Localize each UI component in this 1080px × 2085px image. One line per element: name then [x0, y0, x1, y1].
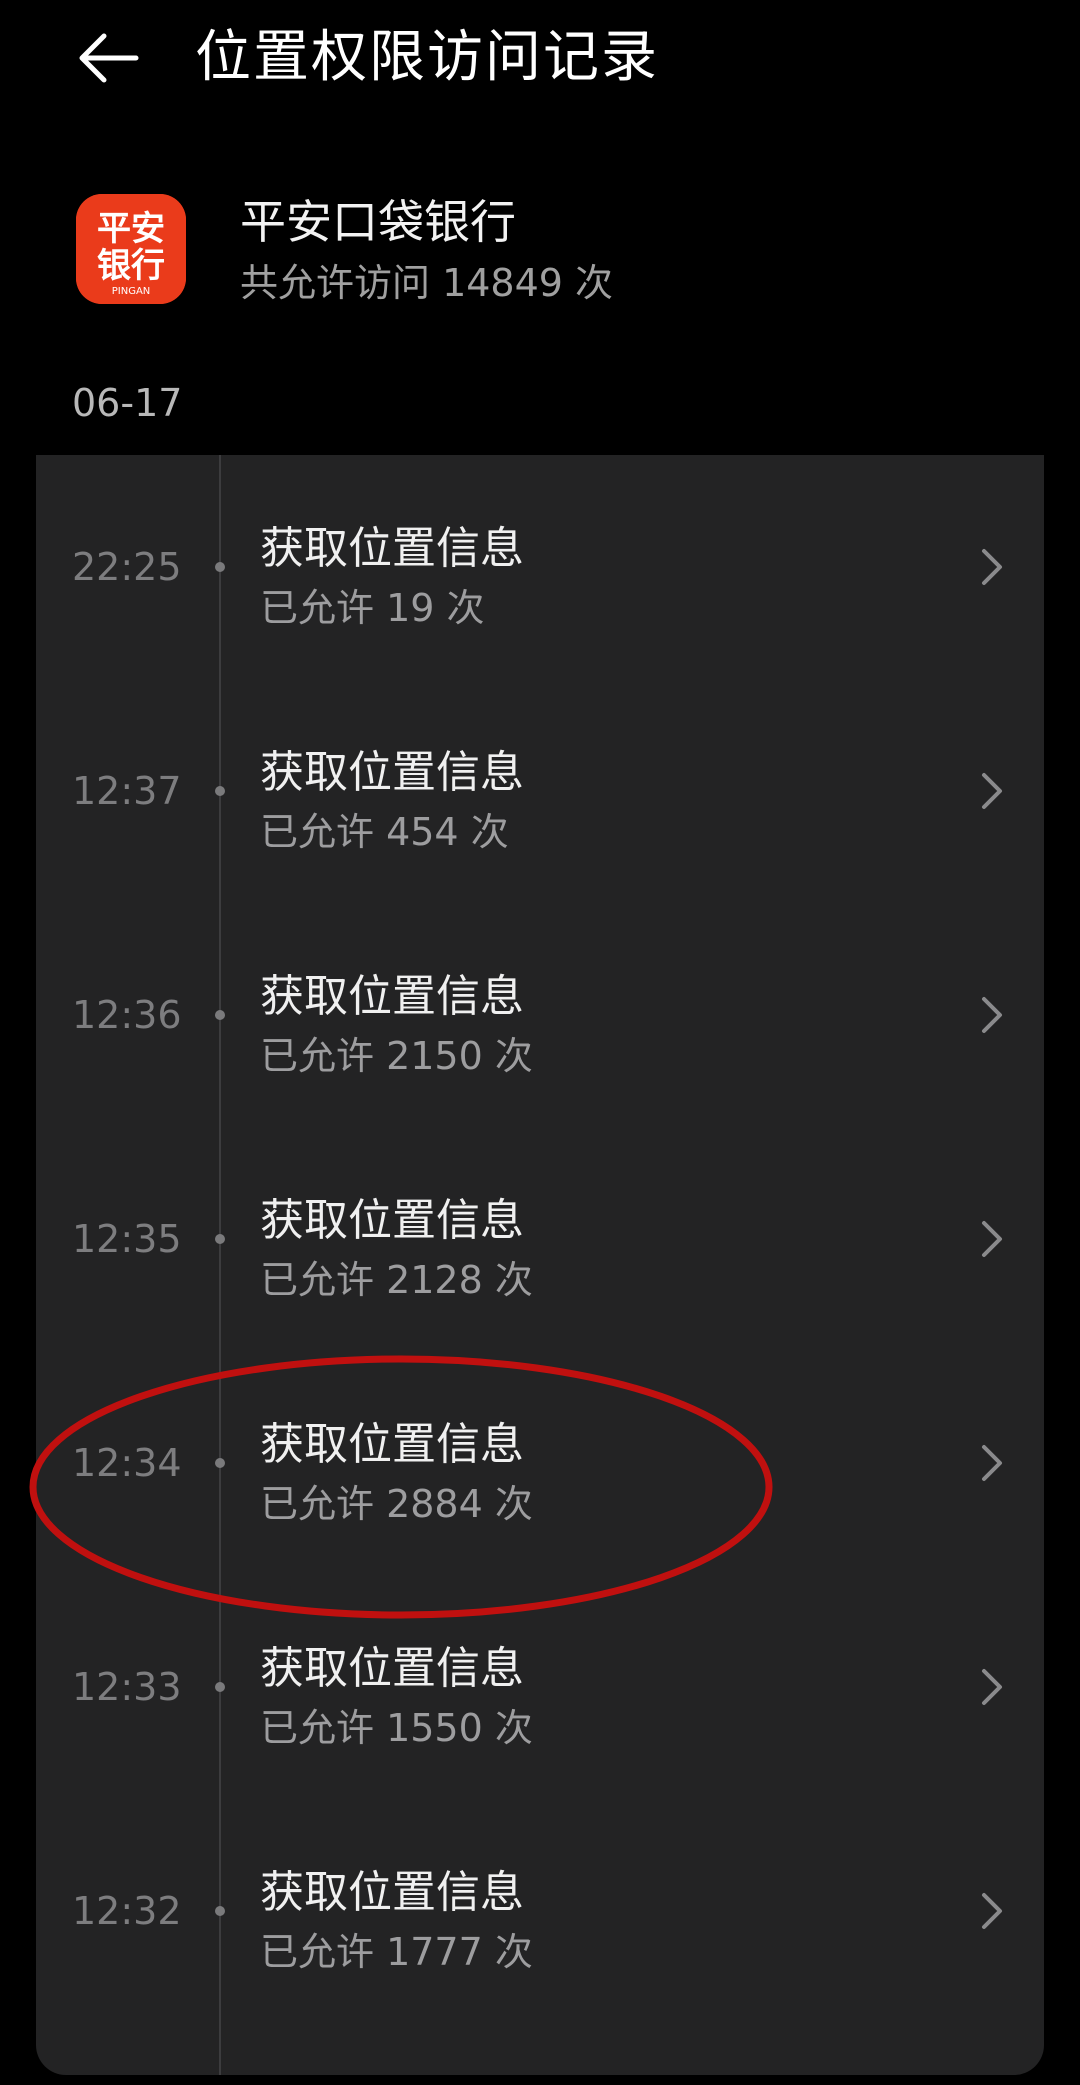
svg-text:银行: 银行 — [97, 246, 165, 286]
record-title: 获取位置信息 — [260, 1867, 524, 1918]
back-button[interactable] — [70, 18, 150, 98]
chevron-right-icon — [968, 767, 1016, 815]
timeline-dot — [215, 1234, 225, 1244]
chevron-right-icon — [968, 1663, 1016, 1711]
timeline-dot — [215, 562, 225, 572]
app-bar: 位置权限访问记录 — [0, 0, 1080, 120]
record-count: 已允许 454 次 — [260, 810, 509, 854]
record-count: 已允许 2884 次 — [260, 1482, 533, 1526]
access-record-row[interactable]: 12:32 获取位置信息 已允许 1777 次 — [36, 1799, 1044, 2023]
record-count: 已允许 19 次 — [260, 586, 485, 630]
page-title: 位置权限访问记录 — [195, 25, 659, 90]
timeline-dot — [215, 1458, 225, 1468]
record-time: 12:35 — [72, 1217, 182, 1261]
record-time: 12:32 — [72, 1889, 182, 1933]
record-count: 已允许 2150 次 — [260, 1034, 533, 1078]
access-record-list: 22:25 获取位置信息 已允许 19 次 12:37 获取位置信息 已允许 4… — [36, 455, 1044, 2075]
record-count: 已允许 2128 次 — [260, 1258, 533, 1302]
record-title: 获取位置信息 — [260, 747, 524, 798]
record-count: 已允许 1550 次 — [260, 1706, 533, 1750]
chevron-right-icon — [968, 1439, 1016, 1487]
record-count: 已允许 1777 次 — [260, 1930, 533, 1974]
access-record-row[interactable]: 22:25 获取位置信息 已允许 19 次 — [36, 455, 1044, 679]
timeline-dot — [215, 1682, 225, 1692]
access-record-row[interactable]: 12:36 获取位置信息 已允许 2150 次 — [36, 903, 1044, 1127]
record-title: 获取位置信息 — [260, 523, 524, 574]
record-time: 12:36 — [72, 993, 182, 1037]
timeline-dot — [215, 1906, 225, 1916]
record-time: 12:37 — [72, 769, 182, 813]
timeline-dot — [215, 1010, 225, 1020]
access-record-row[interactable]: 12:37 获取位置信息 已允许 454 次 — [36, 679, 1044, 903]
timeline-dot — [215, 786, 225, 796]
access-record-row-highlighted[interactable]: 12:34 获取位置信息 已允许 2884 次 — [36, 1351, 1044, 1575]
record-time: 12:33 — [72, 1665, 182, 1709]
record-title: 获取位置信息 — [260, 1643, 524, 1694]
record-title: 获取位置信息 — [260, 1419, 524, 1470]
date-header: 06-17 — [72, 381, 183, 425]
record-title: 获取位置信息 — [260, 1195, 524, 1246]
chevron-right-icon — [968, 1887, 1016, 1935]
access-record-row[interactable]: 12:33 获取位置信息 已允许 1550 次 — [36, 1575, 1044, 1799]
chevron-right-icon — [968, 543, 1016, 591]
record-time: 22:25 — [72, 545, 182, 589]
svg-text:PINGAN: PINGAN — [112, 286, 151, 297]
svg-text:平安: 平安 — [97, 209, 165, 249]
record-title: 获取位置信息 — [260, 971, 524, 1022]
access-record-row[interactable]: 12:35 获取位置信息 已允许 2128 次 — [36, 1127, 1044, 1351]
chevron-right-icon — [968, 991, 1016, 1039]
record-time: 12:34 — [72, 1441, 182, 1485]
app-access-count: 共允许访问 14849 次 — [240, 261, 614, 305]
app-logo: 平安 银行 PINGAN — [76, 194, 186, 304]
app-name: 平安口袋银行 — [240, 195, 516, 249]
app-info: 平安 银行 PINGAN 平安口袋银行 共允许访问 14849 次 — [0, 180, 1080, 330]
arrow-left-icon — [79, 33, 139, 83]
chevron-right-icon — [968, 1215, 1016, 1263]
